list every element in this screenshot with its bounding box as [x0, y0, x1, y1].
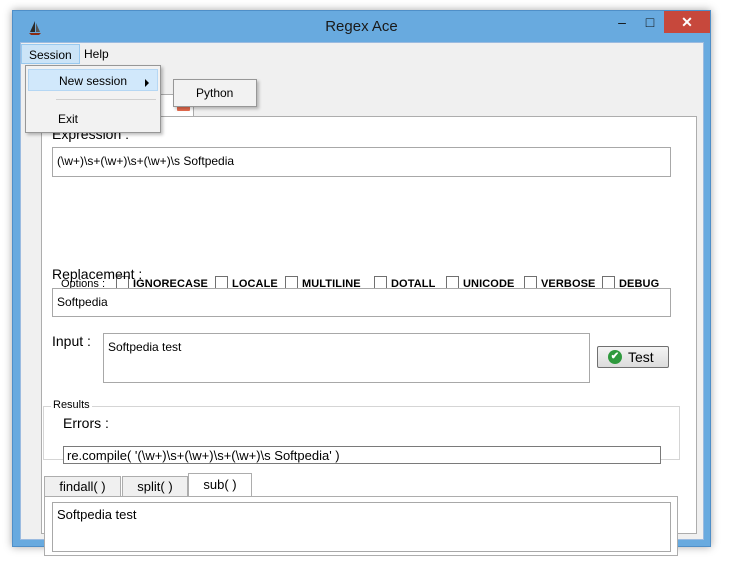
title-bar[interactable]: Regex Ace – □ ✕ [13, 11, 710, 43]
new-session-submenu: Python [173, 79, 257, 107]
menu-help[interactable]: Help [77, 44, 116, 64]
close-button[interactable]: ✕ [664, 11, 710, 33]
replacement-label: Replacement : [52, 266, 143, 282]
input-label: Input : [52, 333, 91, 349]
check-circle-icon: ✔ [608, 350, 622, 364]
menu-bar: Session Help [21, 43, 703, 64]
menu-session[interactable]: Session [21, 44, 80, 64]
expression-input[interactable]: (\w+)\s+(\w+)\s+(\w+)\s Softpedia [52, 147, 671, 177]
menu-separator [56, 99, 156, 100]
test-button[interactable]: ✔ Test [597, 346, 669, 368]
tab-findall[interactable]: findall( ) [44, 476, 121, 497]
menu-new-session[interactable]: New session [28, 69, 158, 91]
results-title: Results [51, 399, 92, 411]
client-area: Session Help n ✕ Expression : (\w+)\s+(\… [20, 42, 704, 556]
app-window: Regex Ace – □ ✕ Session Help n ✕ Express… [12, 10, 711, 556]
sub-result-output: Softpedia test [52, 502, 671, 552]
submenu-arrow-icon [145, 79, 149, 87]
result-panel: Softpedia test [44, 496, 678, 556]
tab-sub[interactable]: sub( ) [188, 473, 252, 497]
menu-exit[interactable]: Exit [28, 108, 158, 130]
errors-label: Errors : [63, 415, 109, 431]
input-textarea[interactable]: Softpedia test [103, 333, 590, 383]
compile-output: re.compile( '(\w+)\s+(\w+)\s+(\w+)\s Sof… [63, 446, 661, 464]
test-button-label: Test [628, 349, 654, 365]
menu-python[interactable]: Python [176, 83, 254, 103]
window-title: Regex Ace [325, 18, 398, 35]
new-session-label: New session [59, 74, 128, 88]
maximize-button[interactable]: □ [636, 11, 664, 33]
tab-split[interactable]: split( ) [122, 476, 188, 497]
session-dropdown: New session Exit [25, 65, 161, 133]
replacement-input[interactable]: Softpedia [52, 288, 671, 317]
minimize-button[interactable]: – [608, 11, 636, 33]
session-panel: Expression : (\w+)\s+(\w+)\s+(\w+)\s Sof… [41, 116, 697, 556]
